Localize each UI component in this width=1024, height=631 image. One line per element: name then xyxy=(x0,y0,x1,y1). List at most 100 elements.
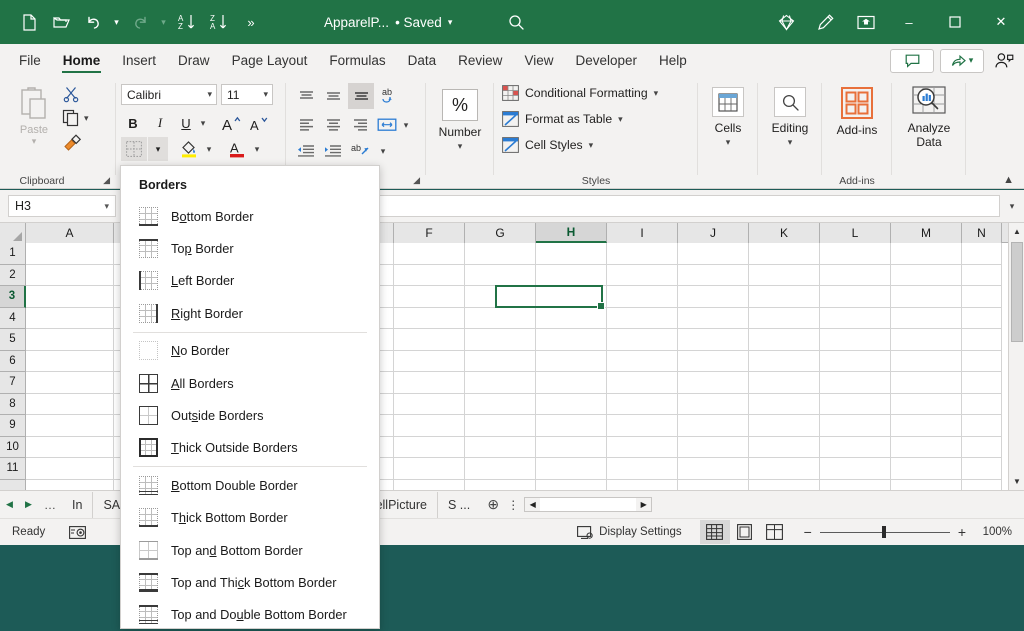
grid-cell[interactable] xyxy=(394,329,465,351)
menu-item-no-border[interactable]: No Border xyxy=(121,335,379,367)
zoom-slider[interactable]: − + xyxy=(804,524,966,540)
number-dropdown-icon[interactable]: ▾ xyxy=(426,141,494,152)
chevron-down-icon[interactable]: ▾ xyxy=(104,201,109,212)
grid-cell[interactable] xyxy=(891,329,962,351)
scroll-left-button[interactable]: ◀ xyxy=(525,498,540,511)
grid-cell[interactable] xyxy=(820,372,891,394)
column-header-L[interactable]: L xyxy=(820,223,891,243)
grid-cell[interactable] xyxy=(607,351,678,373)
grid-cell[interactable] xyxy=(678,437,749,459)
tab-page-layout[interactable]: Page Layout xyxy=(221,44,319,77)
borders-button[interactable] xyxy=(121,137,147,161)
tab-review[interactable]: Review xyxy=(447,44,513,77)
align-bottom-button[interactable] xyxy=(348,83,374,109)
column-header-F[interactable]: F xyxy=(394,223,465,243)
grid-cell[interactable] xyxy=(26,243,114,265)
grid-cell[interactable] xyxy=(891,415,962,437)
add-sheet-button[interactable]: ⊕ xyxy=(480,492,506,518)
grid-cell[interactable] xyxy=(962,265,1002,287)
grid-cell[interactable] xyxy=(891,243,962,265)
grid-cell[interactable] xyxy=(962,480,1002,491)
grid-cell[interactable] xyxy=(536,351,607,373)
grid-cell[interactable] xyxy=(607,458,678,480)
grid-cell[interactable] xyxy=(749,308,820,330)
cut-button[interactable] xyxy=(62,85,80,103)
align-middle-button[interactable] xyxy=(321,85,345,109)
grid-cell[interactable] xyxy=(607,437,678,459)
menu-item-top-and-thick-bottom-border[interactable]: Top and Thick Bottom Border xyxy=(121,566,379,598)
grid-cell[interactable] xyxy=(607,372,678,394)
chevron-down-icon[interactable]: ▾ xyxy=(448,17,453,28)
select-all-corner[interactable] xyxy=(0,223,26,243)
tab-draw[interactable]: Draw xyxy=(167,44,221,77)
sheet-tab-overflow-icon[interactable]: ⋮ xyxy=(506,498,520,512)
previous-sheet-button[interactable]: ◀ xyxy=(0,492,19,518)
grid-cell[interactable] xyxy=(820,308,891,330)
row-header-5[interactable]: 5 xyxy=(0,329,26,351)
grid-cell[interactable] xyxy=(678,372,749,394)
chevron-down-icon[interactable]: ▾ xyxy=(207,89,212,100)
grid-cell[interactable] xyxy=(394,458,465,480)
maximize-button[interactable] xyxy=(932,0,978,44)
open-folder-icon[interactable] xyxy=(46,8,76,36)
grid-cell[interactable] xyxy=(536,308,607,330)
scroll-up-button[interactable]: ▲ xyxy=(1009,223,1024,240)
chevron-down-icon[interactable]: ▾ xyxy=(969,55,974,66)
menu-item-top-and-double-bottom-border[interactable]: Top and Double Bottom Border xyxy=(121,599,379,631)
grid-cell[interactable] xyxy=(394,308,465,330)
accessibility-checker-icon[interactable] xyxy=(69,525,86,540)
grid-cell[interactable] xyxy=(820,243,891,265)
increase-indent-button[interactable] xyxy=(321,139,345,163)
grid-cell[interactable] xyxy=(536,394,607,416)
new-file-icon[interactable] xyxy=(14,8,44,36)
display-settings-button[interactable]: Display Settings xyxy=(577,525,681,540)
chevron-down-icon[interactable]: ▾ xyxy=(618,114,623,125)
grid-cell[interactable] xyxy=(749,458,820,480)
grid-cell[interactable] xyxy=(26,286,114,308)
grid-cell[interactable] xyxy=(465,480,536,491)
tab-formulas[interactable]: Formulas xyxy=(318,44,396,77)
align-center-button[interactable] xyxy=(321,113,345,137)
align-top-button[interactable] xyxy=(294,85,318,109)
row-header-6[interactable]: 6 xyxy=(0,351,26,373)
page-break-preview-icon[interactable] xyxy=(760,520,790,544)
copy-button[interactable]: ▾ xyxy=(62,109,89,127)
grid-cell[interactable] xyxy=(465,329,536,351)
clipboard-dialog-launcher[interactable]: ◢ xyxy=(103,175,110,186)
pen-draw-icon[interactable] xyxy=(806,7,846,37)
zoom-out-button[interactable]: − xyxy=(804,524,812,540)
scroll-right-button[interactable]: ▶ xyxy=(636,498,651,511)
grid-cell[interactable] xyxy=(891,265,962,287)
column-header-H[interactable]: H xyxy=(536,223,607,243)
grid-cell[interactable] xyxy=(607,243,678,265)
grid-cell[interactable] xyxy=(607,329,678,351)
column-header-A[interactable]: A xyxy=(26,223,114,243)
grid-cell[interactable] xyxy=(536,458,607,480)
grid-cell[interactable] xyxy=(678,286,749,308)
grid-cell[interactable] xyxy=(465,286,536,308)
grid-cell[interactable] xyxy=(962,415,1002,437)
analyze-data-label[interactable]: Analyze Data xyxy=(892,121,966,149)
sheet-nav-more-icon[interactable]: … xyxy=(38,498,62,512)
sort-ascending-icon[interactable]: AZ xyxy=(172,8,202,36)
name-box[interactable]: H3 ▾ xyxy=(8,195,116,217)
grid-cell[interactable] xyxy=(536,243,607,265)
menu-item-thick-outside-borders[interactable]: Thick Outside Borders xyxy=(121,432,379,464)
grid-cell[interactable] xyxy=(607,265,678,287)
grid-cell[interactable] xyxy=(962,394,1002,416)
grid-cell[interactable] xyxy=(962,286,1002,308)
grid-cell[interactable] xyxy=(394,372,465,394)
grid-cell[interactable] xyxy=(962,308,1002,330)
grid-cell[interactable] xyxy=(891,372,962,394)
menu-item-outside-borders[interactable]: Outside Borders xyxy=(121,399,379,431)
sheet-tab-overflow[interactable]: S ... xyxy=(438,492,480,518)
grid-cell[interactable] xyxy=(820,480,891,491)
row-header-3[interactable]: 3 xyxy=(0,286,26,308)
column-header-K[interactable]: K xyxy=(749,223,820,243)
menu-item-all-borders[interactable]: All Borders xyxy=(121,367,379,399)
tab-developer[interactable]: Developer xyxy=(564,44,648,77)
fill-color-dropdown-icon[interactable]: ▾ xyxy=(202,137,216,161)
cell-styles-button[interactable]: Cell Styles ▾ xyxy=(502,137,593,153)
horizontal-scrollbar[interactable]: ◀ ▶ xyxy=(524,497,652,512)
grid-cell[interactable] xyxy=(607,308,678,330)
